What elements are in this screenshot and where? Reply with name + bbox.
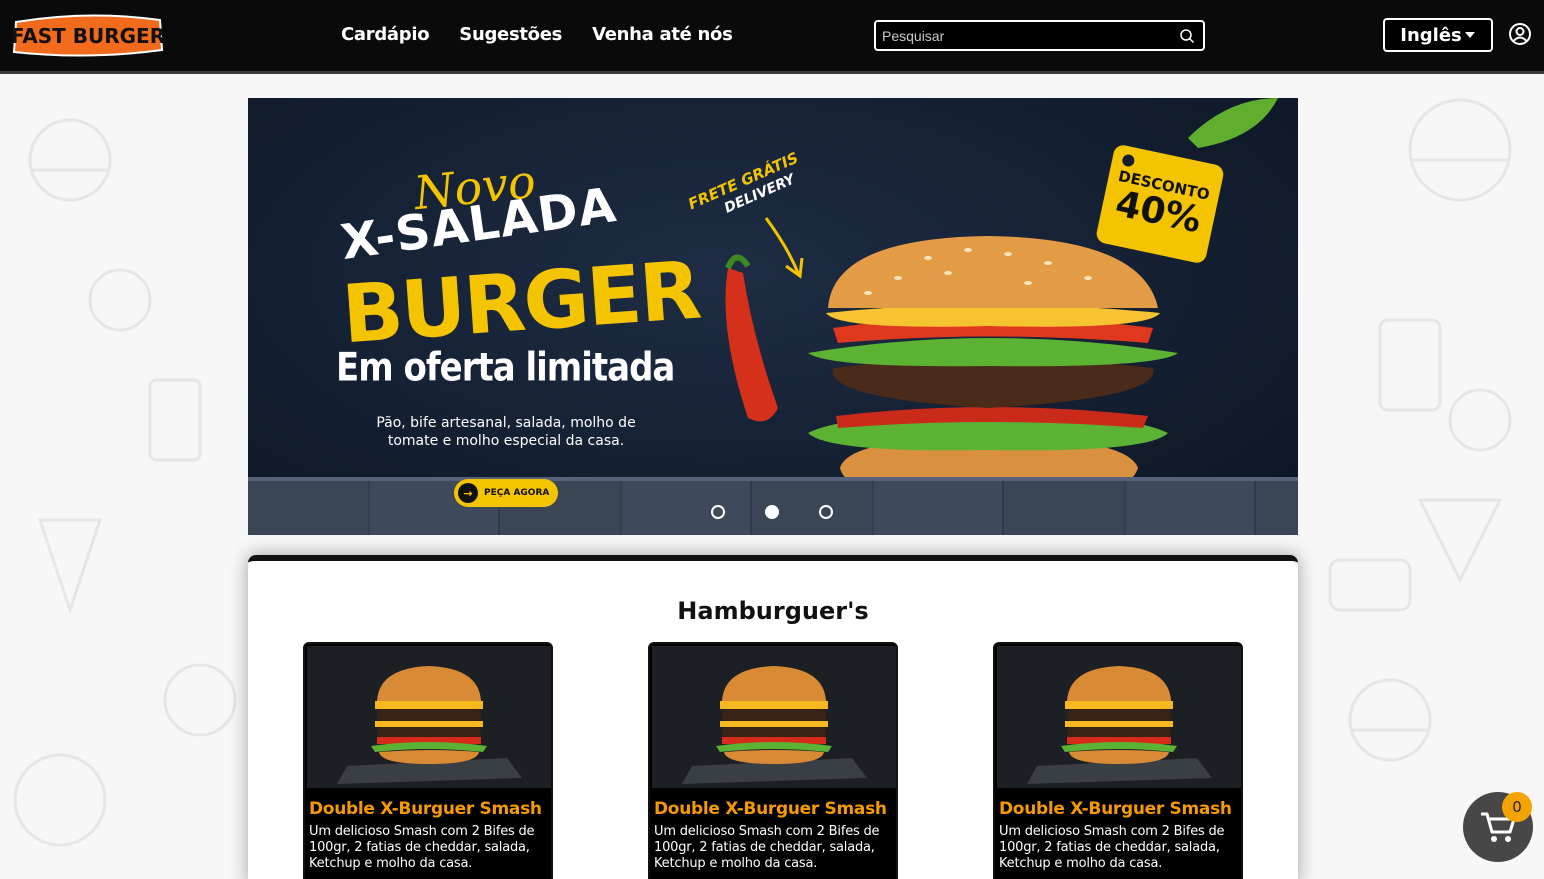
product-card[interactable]: Double X-Burguer Smash Um delicioso Smas… — [993, 642, 1243, 879]
carousel-dot-1[interactable] — [711, 505, 725, 519]
search-box — [874, 20, 1205, 51]
product-description: Um delicioso Smash com 2 Bifes de 100gr,… — [999, 824, 1225, 871]
arrow-right-icon: → — [458, 483, 478, 503]
menu-section: Hamburguer's Double X-Burguer Smash Um d… — [248, 555, 1298, 879]
svg-text:FAST BURGER: FAST BURGER — [12, 24, 164, 48]
order-now-button[interactable]: → PEÇA AGORA — [454, 479, 558, 507]
product-description: Um delicioso Smash com 2 Bifes de 100gr,… — [654, 824, 880, 871]
nav-link-sugestoes[interactable]: Sugestões — [459, 24, 562, 45]
search-icon[interactable] — [1179, 28, 1195, 44]
caret-down-icon — [1464, 32, 1475, 38]
promo-carousel[interactable]: FRETE GRÁTIS DELIVERY DESCONTO 40% Novo … — [248, 98, 1298, 535]
search-input[interactable] — [876, 22, 1166, 49]
cart-count-badge: 0 — [1502, 792, 1532, 822]
product-name: Double X-Burguer Smash — [309, 799, 542, 819]
fast-burger-logo[interactable]: FAST BURGER — [12, 12, 164, 58]
product-card[interactable]: Double X-Burguer Smash Um delicioso Smas… — [648, 642, 898, 879]
product-image — [307, 646, 551, 788]
carousel-indicators — [711, 505, 833, 519]
carousel-dot-2[interactable] — [765, 505, 779, 519]
carousel-dot-3[interactable] — [819, 505, 833, 519]
product-image — [997, 646, 1241, 788]
language-label: Inglês — [1400, 24, 1462, 46]
menu-section-title: Hamburguer's — [677, 597, 869, 625]
nav-link-venha-ate-nos[interactable]: Venha até nós — [592, 24, 733, 45]
banner-subtitle: Em oferta limitada — [336, 345, 675, 391]
nav-link-cardapio[interactable]: Cardápio — [341, 24, 430, 45]
banner-description: Pão, bife artesanal, salada, molho de to… — [376, 415, 636, 449]
language-dropdown[interactable]: Inglês — [1383, 18, 1493, 52]
main-nav: Cardápio Sugestões Venha até nós — [341, 24, 733, 45]
product-card[interactable]: Double X-Burguer Smash Um delicioso Smas… — [303, 642, 553, 879]
product-image — [652, 646, 896, 788]
product-description: Um delicioso Smash com 2 Bifes de 100gr,… — [309, 824, 535, 871]
navbar: FAST BURGER Cardápio Sugestões Venha até… — [0, 0, 1544, 74]
order-now-label: PEÇA AGORA — [484, 488, 550, 498]
product-name: Double X-Burguer Smash — [999, 799, 1232, 819]
product-name: Double X-Burguer Smash — [654, 799, 887, 819]
user-account-icon[interactable] — [1509, 23, 1531, 45]
